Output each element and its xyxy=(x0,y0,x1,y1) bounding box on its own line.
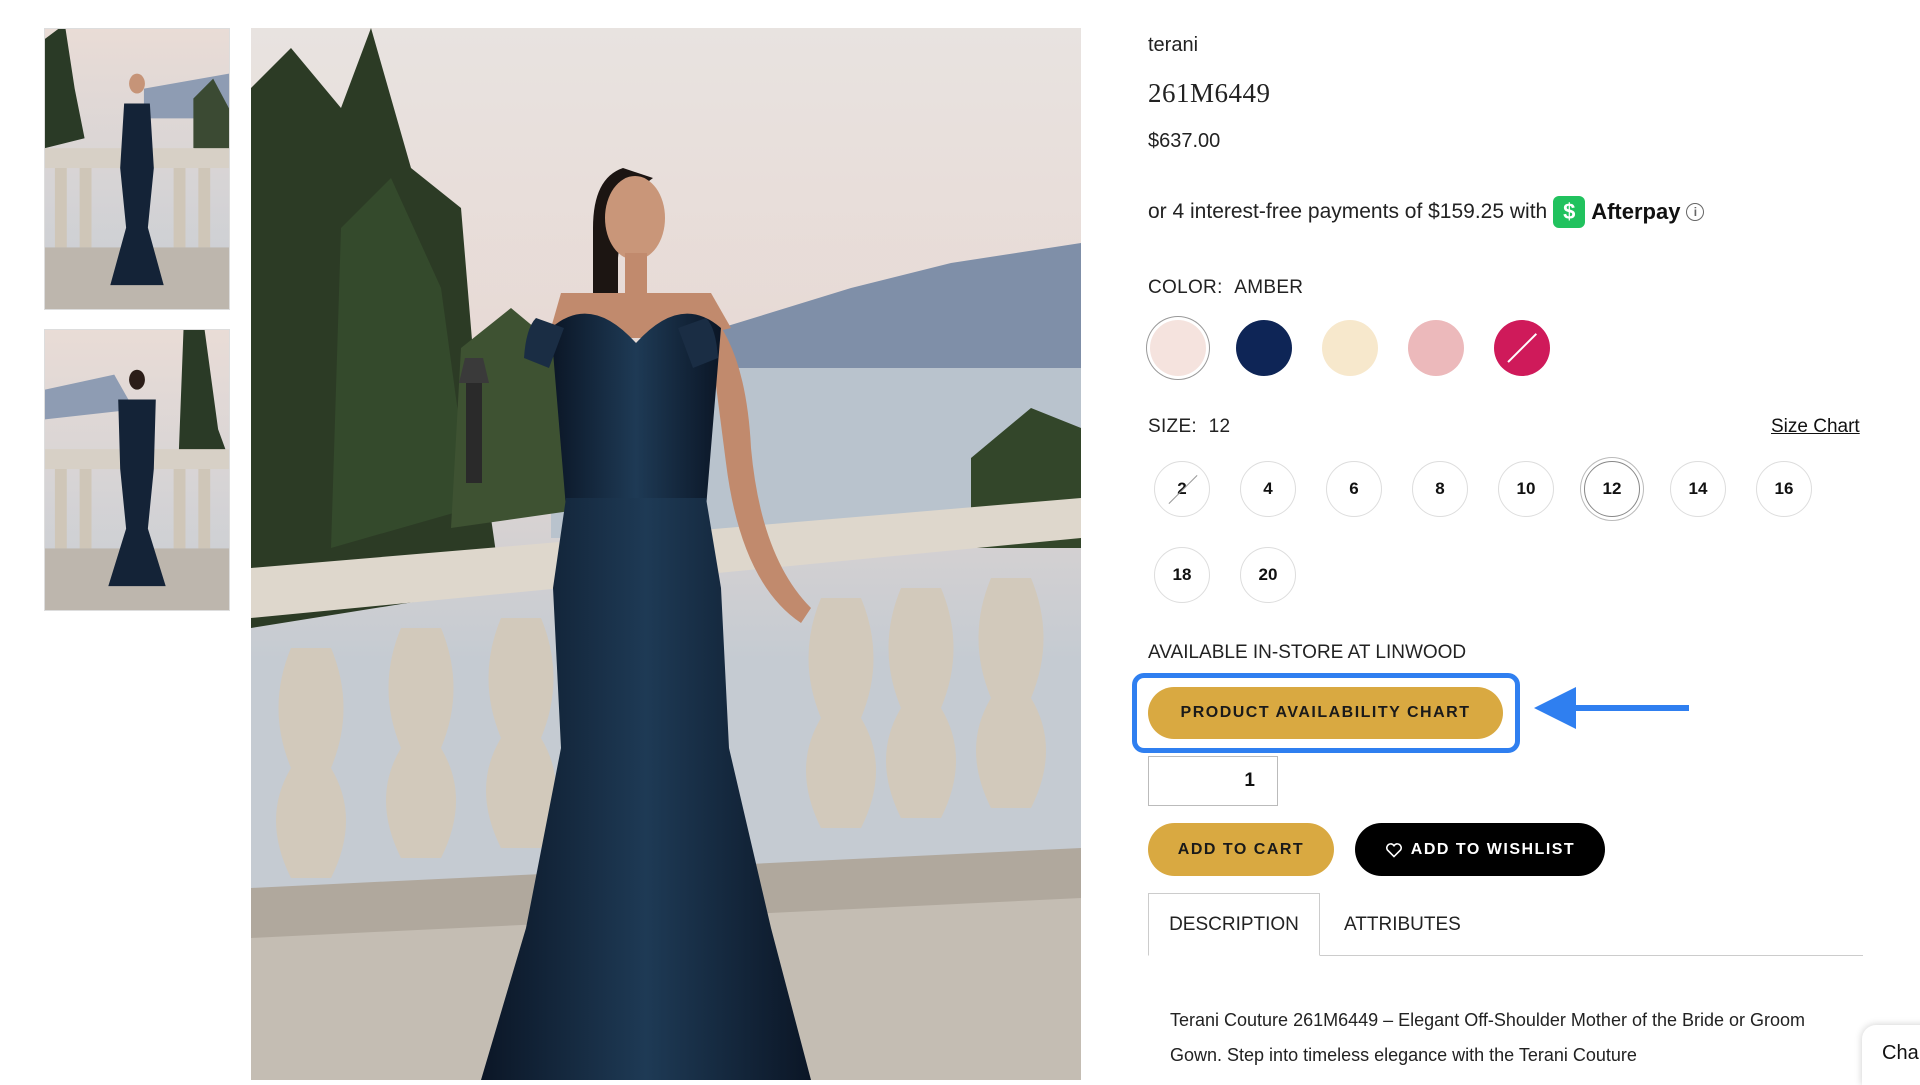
quantity-input[interactable]: 1 xyxy=(1148,756,1278,806)
add-to-cart-button[interactable]: ADD TO CART xyxy=(1148,823,1334,876)
size-option-label: 8 xyxy=(1435,479,1445,498)
color-swatch-magenta[interactable] xyxy=(1494,320,1550,376)
arrow-left-icon xyxy=(1534,687,1689,729)
add-to-wishlist-button[interactable]: ADD TO WISHLIST xyxy=(1355,823,1605,876)
add-to-wishlist-label: ADD TO WISHLIST xyxy=(1410,840,1576,858)
size-option-18[interactable]: 18 xyxy=(1154,547,1210,603)
product-availability-chart-button[interactable]: PRODUCT AVAILABILITY CHART xyxy=(1148,687,1503,739)
color-label: COLOR: xyxy=(1148,277,1223,298)
color-swatch-navy[interactable] xyxy=(1236,320,1292,376)
size-option-20[interactable]: 20 xyxy=(1240,547,1296,603)
afterpay-row: or 4 interest-free payments of $159.25 w… xyxy=(1148,196,1705,228)
size-option-label: 18 xyxy=(1172,565,1192,584)
size-selected-value: 12 xyxy=(1208,416,1231,437)
brand-name: terani xyxy=(1148,34,1199,56)
color-swatch-rose[interactable] xyxy=(1408,320,1464,376)
color-swatch-amber[interactable] xyxy=(1150,320,1206,376)
chat-widget[interactable]: Cha xyxy=(1862,1025,1920,1085)
product-price: $637.00 xyxy=(1148,130,1221,152)
size-option-14[interactable]: 14 xyxy=(1670,461,1726,517)
size-option-label: 14 xyxy=(1688,479,1708,498)
size-option-label: 16 xyxy=(1774,479,1794,498)
color-selected-value: AMBER xyxy=(1234,277,1304,298)
afterpay-brand: Afterpay xyxy=(1591,199,1681,224)
color-swatch-cream[interactable] xyxy=(1322,320,1378,376)
size-option-2[interactable]: 2 xyxy=(1154,461,1210,517)
main-product-image[interactable] xyxy=(251,28,1081,1080)
size-option-6[interactable]: 6 xyxy=(1326,461,1382,517)
thumbnail-front[interactable] xyxy=(44,28,230,310)
size-option-label: 12 xyxy=(1602,479,1622,498)
info-icon[interactable]: i xyxy=(1686,203,1705,221)
heart-icon xyxy=(1385,842,1402,858)
size-option-label: 20 xyxy=(1258,565,1278,584)
afterpay-text: or 4 interest-free payments of $159.25 w… xyxy=(1148,200,1548,223)
product-description: Terani Couture 261M6449 – Elegant Off-Sh… xyxy=(1170,1010,1806,1065)
size-option-12[interactable]: 12 xyxy=(1584,461,1640,517)
size-option-16[interactable]: 16 xyxy=(1756,461,1812,517)
size-option-4[interactable]: 4 xyxy=(1240,461,1296,517)
size-option-label: 10 xyxy=(1516,479,1536,498)
tab-attributes[interactable]: ATTRIBUTES xyxy=(1344,893,1461,956)
size-option-10[interactable]: 10 xyxy=(1498,461,1554,517)
size-chart-link[interactable]: Size Chart xyxy=(1771,416,1860,438)
tab-description[interactable]: DESCRIPTION xyxy=(1148,893,1320,956)
afterpay-dollar-icon: $ xyxy=(1553,196,1586,228)
size-label: SIZE: xyxy=(1148,416,1198,437)
availability-text: AVAILABLE IN-STORE AT LINWOOD xyxy=(1148,642,1467,663)
size-option-8[interactable]: 8 xyxy=(1412,461,1468,517)
size-label-row: SIZE: 12 xyxy=(1148,416,1230,438)
product-title: 261M6449 xyxy=(1148,78,1271,108)
size-option-label: 4 xyxy=(1263,479,1273,498)
thumbnail-back[interactable] xyxy=(44,329,230,611)
color-label-row: COLOR: AMBER xyxy=(1148,277,1303,299)
unavailable-slash xyxy=(1507,333,1537,363)
size-option-label: 6 xyxy=(1349,479,1359,498)
